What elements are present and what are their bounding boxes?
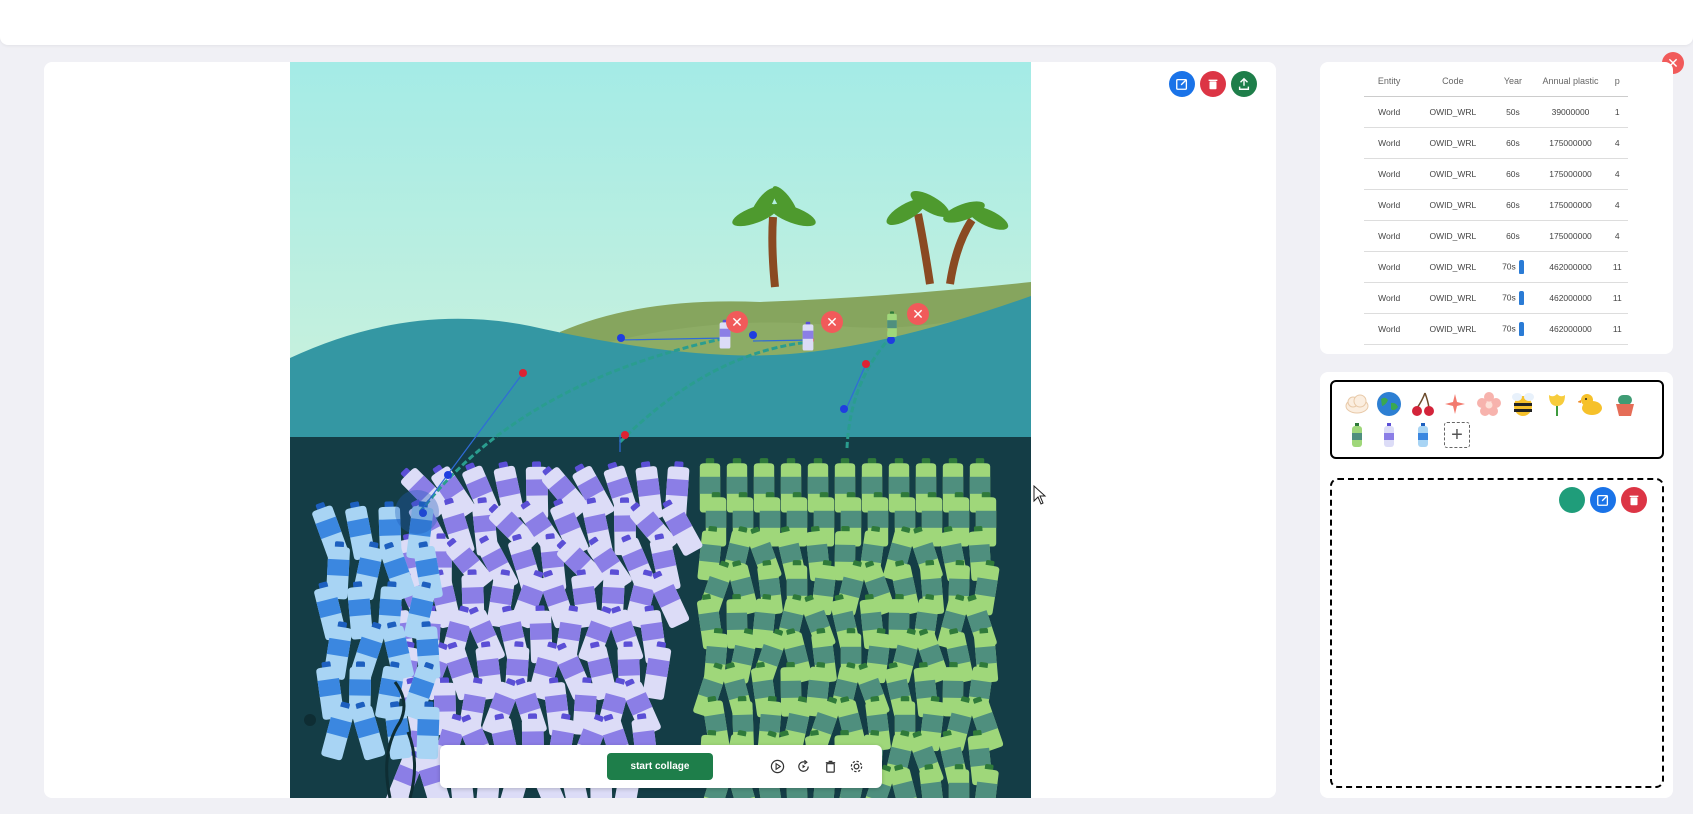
export-button[interactable] [1231, 71, 1257, 97]
table-cell: OWID_WRL [1414, 313, 1492, 345]
edit-icon [1597, 494, 1609, 506]
table-cell: 1 [1606, 96, 1628, 128]
earth-icon[interactable] [1376, 391, 1402, 417]
table-row: World OWID_WRL 70s 462000000 11 [1364, 313, 1628, 345]
column-header-p: p [1606, 66, 1628, 97]
table-cell: 4 [1606, 127, 1628, 159]
bottle-icon [1518, 290, 1524, 305]
plastic-bottle [416, 701, 440, 760]
collage-stage[interactable] [290, 62, 1031, 798]
data-table-panel: Entity Code Year Annual plastic p World O… [1320, 62, 1673, 354]
table-cell: World [1364, 189, 1415, 221]
table-row: World OWID_WRL 60s 175000000 4 [1364, 220, 1628, 252]
cloud-icon[interactable] [1344, 391, 1370, 417]
table-cell: World [1364, 127, 1415, 159]
data-table: Entity Code Year Annual plastic p World O… [1364, 66, 1628, 345]
table-row: World OWID_WRL 60s 175000000 4 [1364, 127, 1628, 159]
start-collage-button[interactable]: start collage [607, 753, 713, 780]
delete-button[interactable] [1621, 487, 1647, 513]
top-bar [0, 0, 1693, 45]
table-cell: 39000000 [1534, 96, 1607, 128]
table-cell: 175000000 [1534, 127, 1607, 159]
table-cell: 11 [1606, 313, 1628, 345]
bee-icon[interactable] [1510, 391, 1536, 417]
drop-zone[interactable] [1330, 478, 1664, 788]
table-cell: OWID_WRL [1414, 189, 1492, 221]
mouse-cursor [1033, 485, 1047, 505]
table-cell: World [1364, 220, 1415, 252]
table-cell: 462000000 [1534, 282, 1607, 314]
edit-button[interactable] [1590, 487, 1616, 513]
column-header-annual-plastic: Annual plastic [1534, 66, 1607, 97]
table-cell: World [1364, 282, 1415, 314]
cactus-pot-icon[interactable] [1612, 391, 1638, 417]
table-cell: 60s [1491, 189, 1535, 221]
column-header-code: Code [1414, 66, 1492, 97]
duck-icon[interactable] [1578, 391, 1604, 417]
flower-icon[interactable] [1476, 391, 1502, 417]
table-cell: 175000000 [1534, 220, 1607, 252]
table-row: World OWID_WRL 70s 462000000 11 [1364, 282, 1628, 314]
table-cell: 60s [1491, 158, 1535, 190]
column-header-year: Year [1491, 66, 1535, 97]
table-cell: 50s [1491, 96, 1535, 128]
table-cell: 70s [1491, 251, 1535, 283]
table-cell: 175000000 [1534, 189, 1607, 221]
delete-button[interactable] [1200, 71, 1226, 97]
icon-tray: + [1330, 380, 1664, 459]
table-cell: 60s [1491, 220, 1535, 252]
table-cell: OWID_WRL [1414, 96, 1492, 128]
table-cell: 462000000 [1534, 313, 1607, 345]
remove-item-icon[interactable]: ✕ [821, 311, 843, 333]
remove-item-icon[interactable]: ✕ [726, 311, 748, 333]
table-cell: World [1364, 313, 1415, 345]
icon-library-panel: + [1320, 372, 1673, 798]
table-cell: OWID_WRL [1414, 127, 1492, 159]
table-cell: 4 [1606, 220, 1628, 252]
table-cell: 4 [1606, 158, 1628, 190]
bottle-icon [1518, 259, 1524, 274]
purple-bottle-icon[interactable] [1376, 422, 1402, 448]
table-cell: OWID_WRL [1414, 158, 1492, 190]
bottle-icon [1518, 321, 1524, 336]
table-cell: World [1364, 158, 1415, 190]
green-bottle-icon[interactable] [1344, 422, 1370, 448]
table-cell: 11 [1606, 282, 1628, 314]
upload-icon [1238, 77, 1250, 90]
blue-bottle-icon[interactable] [1410, 422, 1436, 448]
table-cell: 462000000 [1534, 251, 1607, 283]
add-icon-button[interactable]: + [1444, 422, 1470, 448]
table-cell: 70s [1491, 313, 1535, 345]
table-cell: 60s [1491, 127, 1535, 159]
table-cell: 4 [1606, 189, 1628, 221]
table-cell: OWID_WRL [1414, 251, 1492, 283]
replay-icon[interactable] [794, 757, 812, 775]
cherries-icon[interactable] [1410, 391, 1436, 417]
table-row: World OWID_WRL 60s 175000000 4 [1364, 158, 1628, 190]
edit-icon [1176, 78, 1188, 90]
table-cell: OWID_WRL [1414, 282, 1492, 314]
collage-toolbar: start collage [440, 745, 882, 788]
table-cell: World [1364, 251, 1415, 283]
settings-icon[interactable] [847, 757, 865, 775]
table-cell: 70s [1491, 282, 1535, 314]
edit-button[interactable] [1169, 71, 1195, 97]
color-swatch-button[interactable] [1559, 487, 1585, 513]
remove-item-icon[interactable]: ✕ [907, 303, 929, 325]
trash-icon[interactable] [821, 757, 839, 775]
table-row: World OWID_WRL 60s 175000000 4 [1364, 189, 1628, 221]
play-icon[interactable] [768, 757, 786, 775]
trash-icon [1629, 495, 1639, 506]
tulip-icon[interactable] [1544, 391, 1570, 417]
table-cell: World [1364, 96, 1415, 128]
sparkles-icon[interactable] [1442, 391, 1468, 417]
trash-icon [1208, 79, 1218, 90]
column-header-entity: Entity [1364, 66, 1415, 97]
table-cell: 11 [1606, 251, 1628, 283]
collage-scene [290, 62, 1031, 798]
table-row: World OWID_WRL 50s 39000000 1 [1364, 96, 1628, 128]
table-cell: 175000000 [1534, 158, 1607, 190]
table-row: World OWID_WRL 70s 462000000 11 [1364, 251, 1628, 283]
table-cell: OWID_WRL [1414, 220, 1492, 252]
